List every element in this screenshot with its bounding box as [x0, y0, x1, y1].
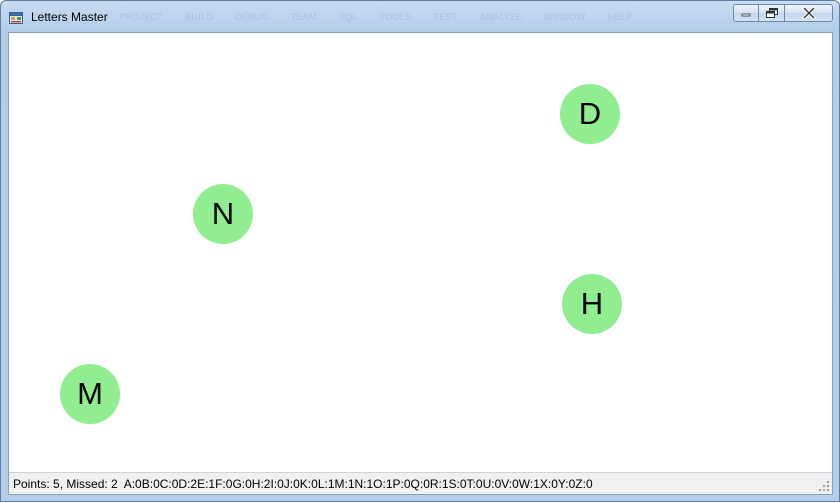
letter-label: H — [580, 286, 604, 321]
letter-ball-n[interactable]: N — [193, 184, 253, 244]
close-button[interactable] — [785, 4, 833, 22]
ghost-menu-item: BUILD — [185, 12, 214, 22]
ghost-menu-item: HELP — [607, 12, 633, 22]
letter-ball-h[interactable]: H — [562, 274, 622, 334]
ghost-menu-item: TEAM — [290, 12, 317, 22]
window-controls — [733, 4, 833, 22]
minimize-button[interactable] — [733, 4, 759, 22]
window-title: Letters Master — [31, 10, 108, 24]
game-canvas[interactable]: D N H M Points: 5, Missed: 2 A:0B:0C:0D:2… — [8, 32, 833, 495]
score-summary: Points: 5, Missed: 2 — [13, 477, 118, 491]
ghost-menu-item: DEBUG — [235, 12, 269, 22]
ghost-menu-item: WINDOW — [544, 12, 586, 22]
letter-counts: A:0B:0C:0D:2E:1F:0G:0H:2I:0J:0K:0L:1M:1N… — [123, 477, 593, 491]
resize-grip-icon[interactable] — [818, 480, 830, 492]
app-window: Letters Master PROJECT BUILD DEBUG TEAM … — [0, 0, 840, 502]
minimize-icon — [741, 13, 751, 17]
letter-label: M — [77, 376, 103, 411]
letter-label: D — [578, 96, 602, 131]
ghost-menu-item: SQL — [338, 12, 358, 22]
app-icon — [9, 10, 23, 24]
letter-ball-m[interactable]: M — [60, 364, 120, 424]
letter-label: N — [211, 196, 235, 231]
letter-ball-d[interactable]: D — [560, 84, 620, 144]
ghost-menu-item: PROJECT — [119, 12, 164, 22]
background-menu-ghost: PROJECT BUILD DEBUG TEAM SQL TOOLS TEST … — [119, 12, 654, 22]
ghost-menu-item: TOOLS — [379, 12, 412, 22]
ghost-menu-item: ANALYZE — [479, 12, 523, 22]
title-bar[interactable]: Letters Master PROJECT BUILD DEBUG TEAM … — [1, 1, 839, 32]
ghost-menu-item: TEST — [433, 12, 458, 22]
status-bar: Points: 5, Missed: 2 A:0B:0C:0D:2E:1F:0G:… — [9, 472, 832, 494]
restore-icon — [765, 8, 778, 18]
status-text: Points: 5, Missed: 2 A:0B:0C:0D:2E:1F:0G:… — [13, 477, 593, 491]
close-icon — [801, 7, 816, 19]
restore-button[interactable] — [759, 4, 785, 22]
